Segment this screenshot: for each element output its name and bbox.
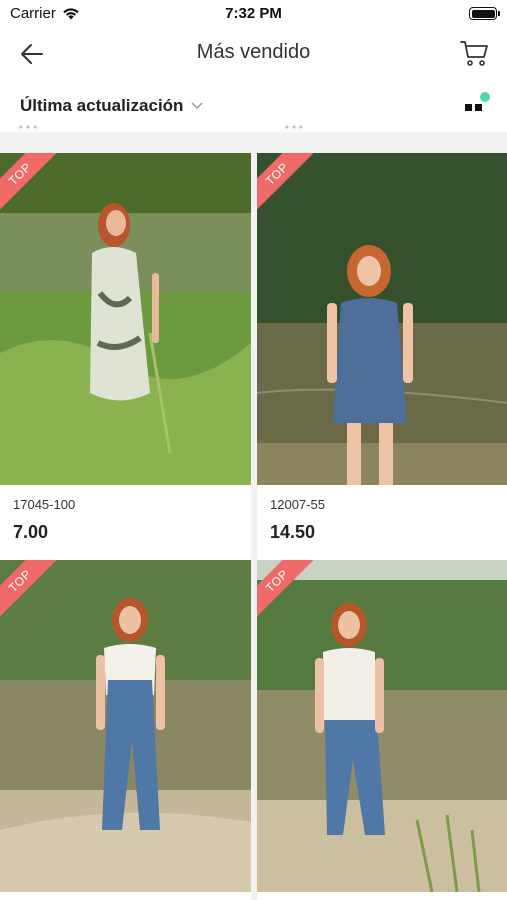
product-image[interactable] — [257, 153, 507, 485]
sort-label: Última actualización — [20, 96, 184, 115]
previous-row-remnant — [285, 125, 303, 129]
status-time: 7:32 PM — [225, 5, 282, 22]
product-price: 14.50 — [270, 522, 316, 542]
product-image[interactable] — [257, 560, 507, 892]
product-image[interactable] — [0, 153, 251, 485]
product-card[interactable]: TOP 12007-55 14.50 — [257, 153, 507, 561]
cart-button[interactable] — [459, 38, 489, 68]
product-card[interactable]: TOP — [257, 560, 507, 900]
chevron-down-icon — [191, 102, 203, 110]
product-code: 12007-55 — [270, 497, 325, 512]
product-card[interactable]: TOP 17045-100 7.00 — [0, 153, 251, 561]
product-price: 7.00 — [13, 522, 49, 542]
product-card[interactable]: TOP — [0, 560, 251, 900]
product-code: 17045-100 — [13, 497, 76, 512]
page-title: Más vendido — [196, 41, 311, 63]
filter-bar: Última actualización — [0, 80, 507, 132]
sort-dropdown[interactable]: Última actualización — [20, 96, 203, 116]
grid-view-toggle[interactable] — [463, 90, 491, 116]
previous-row-remnant — [19, 125, 37, 129]
product-image[interactable] — [0, 560, 251, 892]
status-bar: Carrier 7:32 PM — [0, 0, 507, 28]
battery-icon — [469, 7, 500, 20]
nav-bar: Más vendido — [0, 28, 507, 80]
